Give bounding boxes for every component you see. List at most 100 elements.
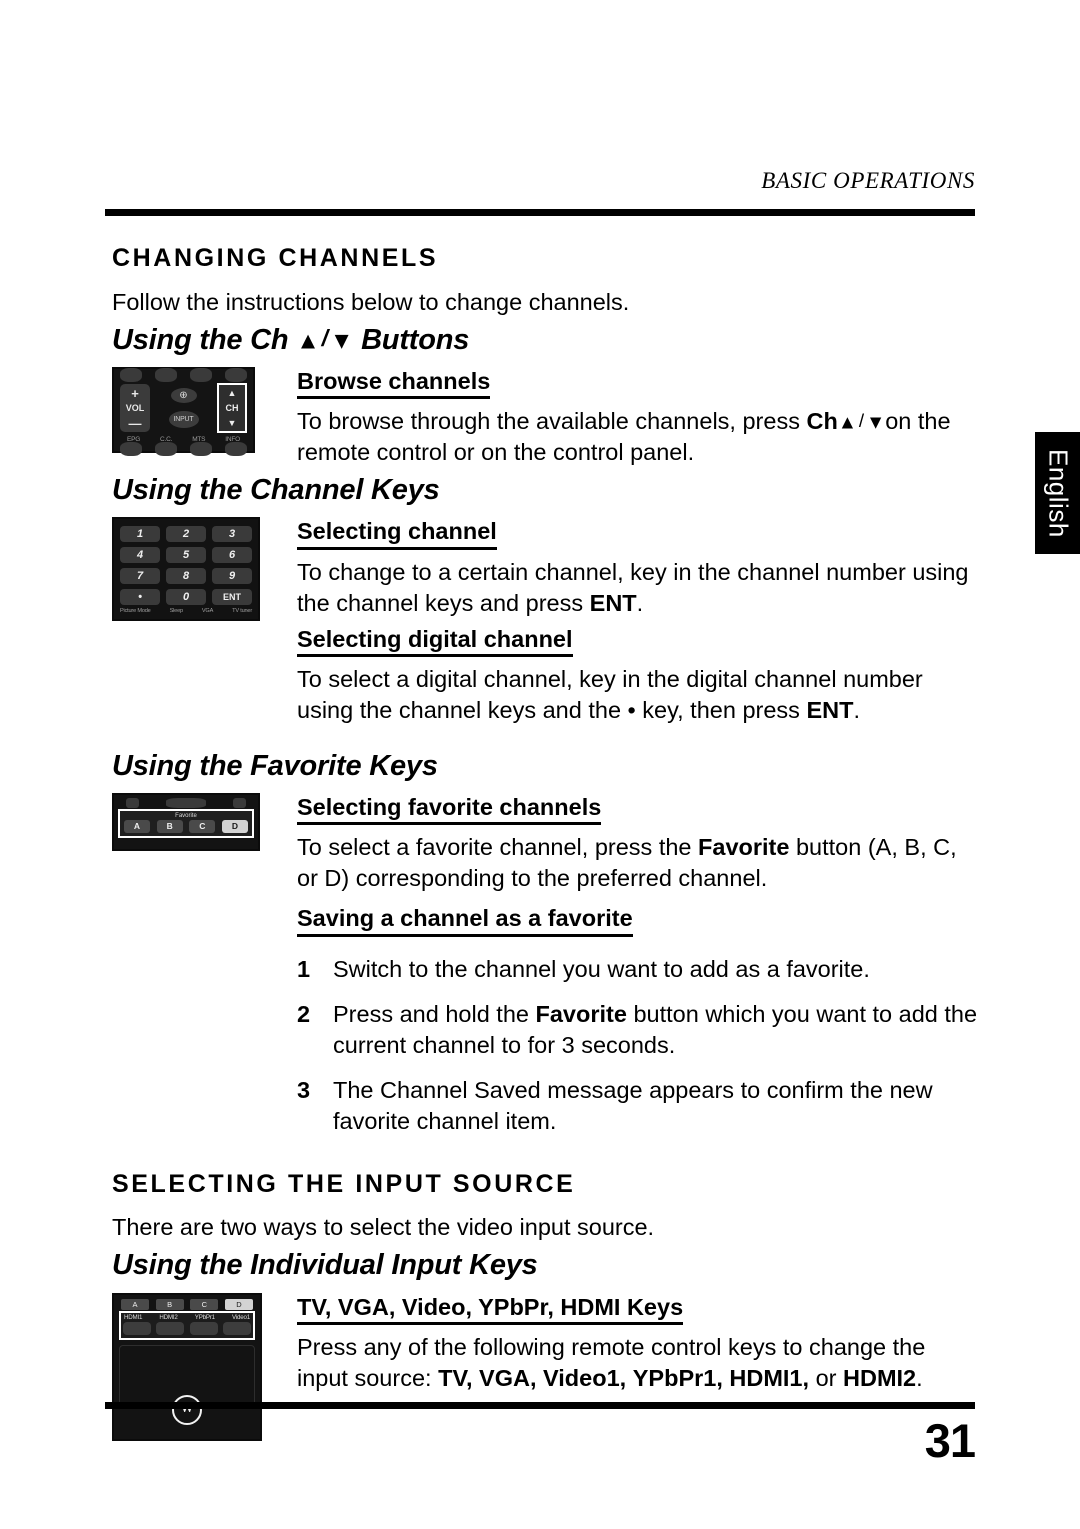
input-body-hdmi2: HDMI2 xyxy=(843,1364,917,1391)
changing-channels-intro: Follow the instructions below to change … xyxy=(112,288,630,315)
keypad-key-ent: ENT xyxy=(212,589,252,606)
favorite-button-b: B xyxy=(156,820,183,834)
keypad-key-0: 0 xyxy=(166,589,206,606)
footer-rule xyxy=(105,1402,975,1409)
keypad-grid: 1 2 3 4 5 6 7 8 9 • 0 ENT xyxy=(120,526,252,606)
aspect-ratio-icon: ⊕ xyxy=(170,388,197,404)
control-panel-remote: + VOL — ⊕ INPUT ▲ CH ▼ EPG C.C. MTS INFO xyxy=(112,366,255,456)
top-button-4 xyxy=(224,367,247,382)
input-body-ypbpr1: YPbPr1, xyxy=(632,1364,723,1391)
input-keys-highlight-box: HDMI1 HDMI2 YPbPr1 Video1 xyxy=(119,1310,255,1340)
figure-keypad: 1 2 3 4 5 6 7 8 9 • 0 ENT Picture Mode S… xyxy=(112,517,260,622)
bottom-button-3 xyxy=(189,441,212,456)
input-abcd-row: A B C D xyxy=(119,1298,255,1310)
bottom-button-4 xyxy=(224,441,247,456)
input-abcd-b: B xyxy=(155,1298,184,1310)
label-hdmi2: HDMI2 xyxy=(159,1313,178,1321)
favorite-top-buttons xyxy=(118,797,254,809)
input-body-vga: VGA, xyxy=(479,1364,537,1391)
input-key-hdmi2 xyxy=(156,1321,185,1335)
figure-favorite-panel: Favorite A B C D xyxy=(112,793,260,852)
label-tv-tuner: TV tuner xyxy=(232,608,252,615)
control-panel-middle: + VOL — ⊕ INPUT ▲ CH ▼ xyxy=(114,381,253,436)
channel-rocker-highlight: ▲ CH ▼ xyxy=(217,383,247,434)
sel-dig-body-c: . xyxy=(853,696,860,723)
label-hdmi1: HDMI1 xyxy=(124,1313,143,1321)
keypad-key-9: 9 xyxy=(212,568,252,585)
selecting-channel-text: Selecting channel To change to a certain… xyxy=(297,517,980,663)
section-heading-input-source: SELECTING THE INPUT SOURCE xyxy=(112,1169,576,1198)
input-abcd-d: D xyxy=(224,1298,253,1310)
input-key-ypbpr1 xyxy=(189,1321,218,1335)
subheading-ch-buttons: Using the Ch ▲/▼ Buttons xyxy=(112,324,980,357)
minor-heading-selecting-digital-channel: Selecting digital channel xyxy=(297,625,573,657)
arrow-down-icon: ▼ xyxy=(329,327,354,355)
control-panel-top-buttons xyxy=(114,367,253,382)
favorite-remote: Favorite A B C D xyxy=(112,793,260,852)
channel-down-icon: ▼ xyxy=(227,418,237,429)
browse-arrow-down-icon: ▼ xyxy=(866,412,886,434)
step-text-bold: Favorite xyxy=(535,1000,627,1027)
keypad-key-4: 4 xyxy=(120,547,160,564)
page-content: CHANGING CHANNELS Follow the instruction… xyxy=(112,244,980,1443)
fav-top-button-left xyxy=(126,798,139,809)
step-text: The Channel Saved message appears to con… xyxy=(333,1076,933,1134)
keypad-bottom-labels: Picture Mode Sleep VGA TV tuner xyxy=(120,608,252,614)
volume-down-label: — xyxy=(128,416,142,432)
manual-page: BASIC OPERATIONS English CHANGING CHANNE… xyxy=(0,0,1080,1529)
selecting-favorite-body: To select a favorite channel, press the … xyxy=(297,832,980,894)
volume-rocker: + VOL — xyxy=(120,384,150,433)
browse-body-ch: Ch xyxy=(806,408,838,435)
input-keys-body: Press any of the following remote contro… xyxy=(297,1332,980,1394)
arrow-up-icon: ▲ xyxy=(296,327,320,355)
keypad-key-5: 5 xyxy=(166,547,206,564)
saving-favorite-block: Saving a channel as a favorite 1 Switch … xyxy=(297,904,980,1136)
minor-heading-input-keys: TV, VGA, Video, YPbPr, HDMI Keys xyxy=(297,1293,684,1325)
keypad-key-dot: • xyxy=(120,589,160,606)
individual-input-keys-block: A B C D HDMI1 HDMI2 YPbPr1 Video1 TV, VG… xyxy=(112,1292,980,1443)
favorite-highlight-box: Favorite A B C D xyxy=(118,809,254,839)
list-item: 1 Switch to the channel you want to add … xyxy=(297,954,980,985)
bottom-button-2 xyxy=(155,441,178,456)
control-panel-bottom-buttons xyxy=(114,441,253,456)
language-tab-label: English xyxy=(1043,448,1074,538)
list-item: 3 The Channel Saved message appears to c… xyxy=(297,1075,980,1137)
selecting-favorite-text: Selecting favorite channels To select a … xyxy=(297,793,980,894)
brand-logo-icon: W xyxy=(172,1394,202,1425)
figure-control-panel: + VOL — ⊕ INPUT ▲ CH ▼ EPG C.C. MTS INFO xyxy=(112,366,255,456)
selecting-digital-channel-body: To select a digital channel, key in the … xyxy=(297,664,980,726)
input-key-labels: HDMI1 HDMI2 YPbPr1 Video1 xyxy=(123,1314,251,1321)
browse-body-part2: on xyxy=(885,408,912,435)
label-video1: Video1 xyxy=(232,1313,250,1321)
subheading-individual-input-keys: Using the Individual Input Keys xyxy=(112,1249,538,1282)
subheading-ch-buttons-post: Buttons xyxy=(361,323,470,356)
favorite-buttons: A B C D xyxy=(124,820,248,834)
browse-channels-body: To browse through the available channels… xyxy=(297,406,980,468)
browse-arrow-up-icon: ▲ xyxy=(837,412,857,434)
favorite-button-d: D xyxy=(221,820,248,834)
channel-up-icon: ▲ xyxy=(227,387,237,398)
keypad-key-7: 7 xyxy=(120,568,160,585)
input-body-video1: Video1, xyxy=(543,1364,627,1391)
browse-channels-block: + VOL — ⊕ INPUT ▲ CH ▼ EPG C.C. MTS INFO… xyxy=(112,366,980,468)
keypad-key-3: 3 xyxy=(212,526,252,543)
input-key-video1 xyxy=(222,1321,251,1335)
channel-keys-block: 1 2 3 4 5 6 7 8 9 • 0 ENT Picture Mode S… xyxy=(112,517,980,663)
fav-top-button-center xyxy=(166,798,206,809)
minor-heading-browse-channels: Browse channels xyxy=(297,367,491,400)
subheading-ch-buttons-pre: Using the Ch xyxy=(112,323,289,356)
favorite-button-a: A xyxy=(124,820,150,834)
step-number: 2 xyxy=(297,1000,311,1027)
input-keys-remote: A B C D HDMI1 HDMI2 YPbPr1 Video1 xyxy=(112,1292,262,1441)
section-heading-changing-channels: CHANGING CHANNELS xyxy=(112,244,439,272)
fav-body-bold: Favorite xyxy=(698,834,790,861)
top-button-2 xyxy=(155,367,178,382)
input-body-hdmi1: HDMI1, xyxy=(729,1364,810,1391)
input-body-tv: TV, xyxy=(438,1364,473,1391)
top-button-3 xyxy=(189,367,212,382)
input-button-label: INPUT xyxy=(168,411,199,429)
subheading-favorite-keys: Using the Favorite Keys xyxy=(112,749,438,782)
input-source-intro: There are two ways to select the video i… xyxy=(112,1214,655,1241)
volume-up-label: + xyxy=(131,385,139,401)
browse-slash: / xyxy=(858,409,865,431)
